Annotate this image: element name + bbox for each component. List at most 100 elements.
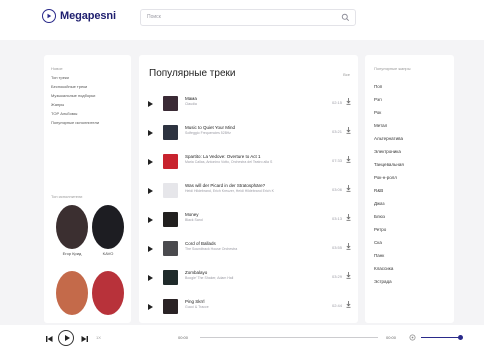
track-row[interactable]: Мама Claudia 02:15 <box>139 92 358 120</box>
track-artist[interactable]: Maria Callas, Antonino Votto, Orchestra … <box>185 160 272 164</box>
playback-speed[interactable]: 1X <box>96 335 101 340</box>
track-play-icon[interactable] <box>148 275 153 281</box>
genre-link[interactable]: Ретро <box>374 223 404 236</box>
search-icon[interactable] <box>341 13 350 22</box>
track-duration: 03:55 <box>331 245 342 250</box>
artist-card[interactable]: Егор Крид <box>54 205 90 256</box>
download-icon[interactable] <box>346 243 351 250</box>
logo[interactable]: Megapesni <box>42 9 116 23</box>
sidebar-nav-item[interactable]: Жанры <box>51 100 99 109</box>
download-icon[interactable] <box>346 156 351 163</box>
artist-card[interactable] <box>90 271 126 317</box>
download-icon[interactable] <box>346 301 351 308</box>
sidebar-nav-item[interactable]: Беспокойные треки <box>51 82 99 91</box>
track-cover <box>163 299 178 314</box>
track-play-icon[interactable] <box>148 130 153 136</box>
track-artist[interactable]: Boogie' The Shaker, Adam Hall <box>185 276 233 280</box>
genre-link[interactable]: Рок-н-ролл <box>374 171 404 184</box>
artist-card[interactable]: KAVO <box>90 205 126 256</box>
track-play-icon[interactable] <box>148 101 153 107</box>
track-row[interactable]: Ping Skrrl Gucci & Tracce 02:44 <box>139 295 358 323</box>
all-tracks-link[interactable]: Все <box>343 72 350 77</box>
genre-link[interactable]: Блюз <box>374 210 404 223</box>
track-duration: 03:21 <box>331 129 342 134</box>
volume-slider[interactable] <box>421 335 463 340</box>
track-artist[interactable]: The Soundtrack House Orchestra <box>185 247 237 251</box>
genre-link[interactable]: Метал <box>374 119 404 132</box>
volume-icon[interactable] <box>409 334 416 341</box>
genre-link[interactable]: Ска <box>374 236 404 249</box>
track-duration: 02:44 <box>331 303 342 308</box>
sidebar-nav-item[interactable]: Новое <box>51 64 99 73</box>
genre-link[interactable]: Поп <box>374 80 404 93</box>
next-track-icon[interactable] <box>81 336 88 342</box>
track-row[interactable]: Cord of Ballads The Soundtrack House Orch… <box>139 237 358 265</box>
track-title[interactable]: Spartito: La Vedove: Overture to Act 1 <box>185 154 261 159</box>
track-title[interactable]: Was will der Picard in der Stratosphäre? <box>185 183 265 188</box>
track-row[interactable]: Zombalayo Boogie' The Shaker, Adam Hall 03… <box>139 266 358 294</box>
genre-link[interactable]: Альтернатива <box>374 132 404 145</box>
track-title[interactable]: Music to Quiet Your Mind <box>185 125 235 130</box>
track-duration: 03:13 <box>331 216 342 221</box>
sidebar-nav-item[interactable]: Популярные исполнители <box>51 118 99 127</box>
track-play-icon[interactable] <box>148 304 153 310</box>
track-artist[interactable]: Claudia <box>185 102 197 106</box>
track-duration: 07:33 <box>331 158 342 163</box>
download-icon[interactable] <box>346 272 351 279</box>
genre-link[interactable]: Классика <box>374 262 404 275</box>
artist-name[interactable]: KAVO <box>90 251 126 256</box>
download-icon[interactable] <box>346 214 351 221</box>
track-play-icon[interactable] <box>148 159 153 165</box>
genres-title: Популярные жанры <box>374 66 411 71</box>
track-cover <box>163 241 178 256</box>
genre-link[interactable]: R&B <box>374 184 404 197</box>
artist-avatar[interactable] <box>56 271 88 315</box>
sidebar-nav-item[interactable]: TOP Альбомы <box>51 109 99 118</box>
previous-track-icon[interactable] <box>46 336 53 342</box>
volume-knob[interactable] <box>458 335 463 340</box>
sidebar-nav-item[interactable]: Топ треки <box>51 73 99 82</box>
genre-link[interactable]: Электроника <box>374 145 404 158</box>
track-title[interactable]: Мама <box>185 96 197 101</box>
volume-fill <box>421 337 461 338</box>
track-play-icon[interactable] <box>148 217 153 223</box>
search-input[interactable]: Поиск <box>140 9 356 26</box>
track-artist[interactable]: Heidi Hildebrand, Erich Kreuzer, Heidi H… <box>185 189 274 193</box>
track-row[interactable]: Spartito: La Vedove: Overture to Act 1 Ma… <box>139 150 358 178</box>
track-artist[interactable]: Gucci & Tracce <box>185 305 209 309</box>
genre-link[interactable]: Эстрада <box>374 275 404 288</box>
track-cover <box>163 125 178 140</box>
track-row[interactable]: Was will der Picard in der Stratosphäre?… <box>139 179 358 207</box>
artist-avatar[interactable] <box>92 205 124 249</box>
progress-bar[interactable] <box>200 337 378 338</box>
artist-card[interactable] <box>54 271 90 317</box>
track-cover <box>163 183 178 198</box>
download-icon[interactable] <box>346 185 351 192</box>
genre-link[interactable]: Джаз <box>374 197 404 210</box>
track-title[interactable]: Cord of Ballads <box>185 241 216 246</box>
track-row[interactable]: Music to Quiet Your Mind Solfeggio Freque… <box>139 121 358 149</box>
track-row[interactable]: Money Black Sand 03:13 <box>139 208 358 236</box>
track-play-icon[interactable] <box>148 188 153 194</box>
genre-link[interactable]: Панк <box>374 249 404 262</box>
track-artist[interactable]: Solfeggio Frequencies 528Hz <box>185 131 231 135</box>
download-icon[interactable] <box>346 127 351 134</box>
genre-link[interactable]: Рок <box>374 106 404 119</box>
artist-avatar[interactable] <box>92 271 124 315</box>
track-title[interactable]: Ping Skrrl <box>185 299 205 304</box>
track-cover <box>163 154 178 169</box>
genre-link[interactable]: Рэп <box>374 93 404 106</box>
track-play-icon[interactable] <box>148 246 153 252</box>
player-bar: 1X 00:00 00:00 <box>0 325 484 351</box>
nav-list: Новое Топ треки Беспокойные треки Музыкальн… <box>51 64 99 127</box>
track-title[interactable]: Money <box>185 212 199 217</box>
play-button[interactable] <box>58 330 74 346</box>
current-time: 00:00 <box>178 335 189 340</box>
track-title[interactable]: Zombalayo <box>185 270 207 275</box>
track-artist[interactable]: Black Sand <box>185 218 203 222</box>
artist-name[interactable]: Егор Крид <box>54 251 90 256</box>
genre-link[interactable]: Танцевальная <box>374 158 404 171</box>
artist-avatar[interactable] <box>56 205 88 249</box>
sidebar-nav-item[interactable]: Музыкальные подборки <box>51 91 99 100</box>
download-icon[interactable] <box>346 98 351 105</box>
